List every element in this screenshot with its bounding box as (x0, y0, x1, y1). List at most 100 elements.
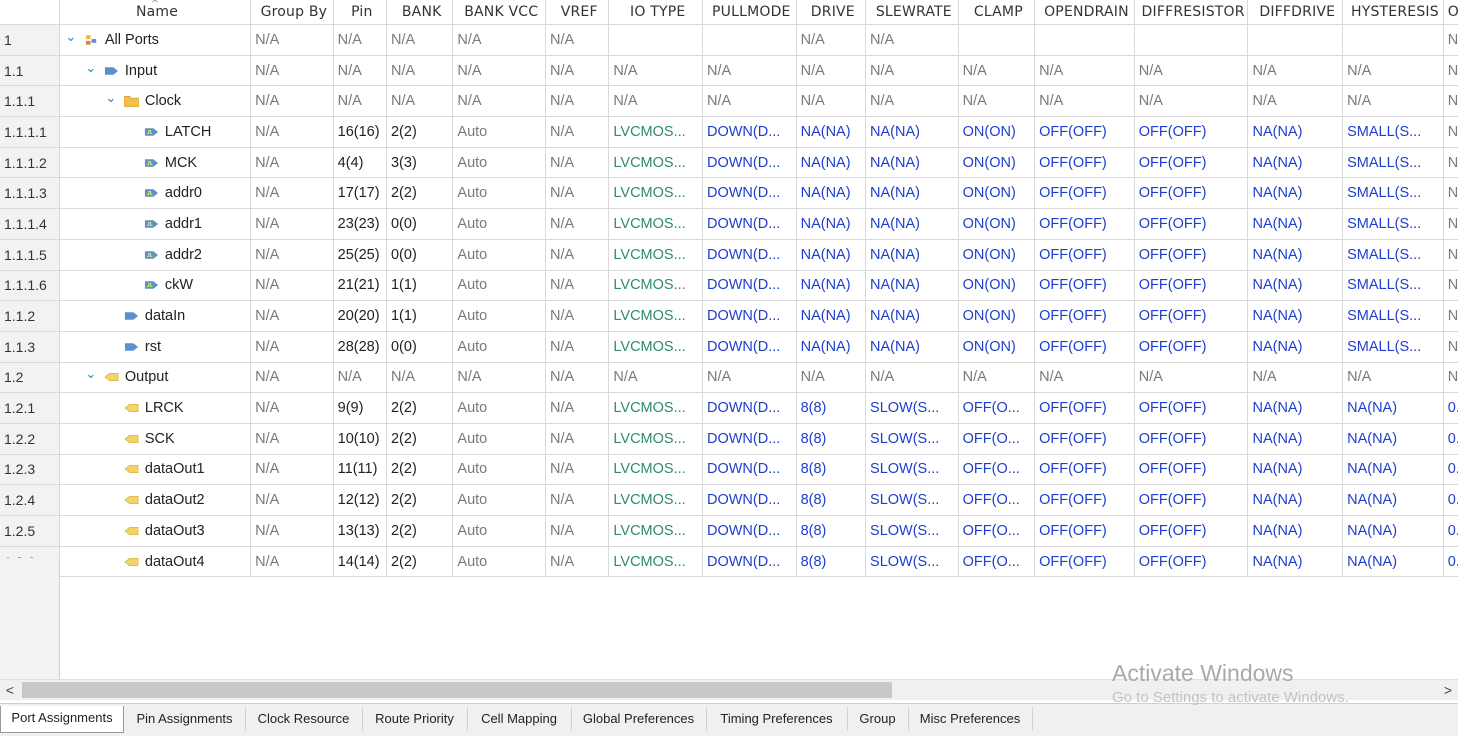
scrollbar-thumb[interactable] (22, 682, 892, 698)
cell-diffdrive[interactable]: NA(NA) (1247, 208, 1344, 240)
cell-diffdrive[interactable]: NA(NA) (1247, 239, 1344, 271)
cell-slewrate[interactable]: SLOW(S... (865, 546, 959, 578)
cell-clamp[interactable]: ON(ON) (958, 270, 1036, 302)
cell-drive[interactable]: 8(8) (796, 515, 867, 547)
cell-pullmode[interactable]: DOWN(D... (702, 116, 797, 148)
cell-hysteresis[interactable] (1342, 24, 1444, 56)
port-name-cell[interactable]: ⌄SCK (59, 423, 252, 455)
cell-pin[interactable]: N/A (333, 85, 387, 118)
cell-pin[interactable]: 12(12) (333, 484, 387, 516)
cell-diffdrive[interactable]: NA(NA) (1247, 147, 1344, 179)
port-name-cell[interactable]: ⌄ Input (59, 55, 252, 87)
tab-misc-preferences[interactable]: Misc Preferences (908, 707, 1033, 731)
cell-io-type[interactable] (608, 24, 703, 56)
cell-pullmode[interactable]: DOWN(D... (702, 147, 797, 179)
cell-bank-vcc[interactable]: Auto (452, 208, 546, 240)
cell-bank-vcc[interactable]: N/A (452, 55, 546, 87)
cell-vref[interactable]: N/A (545, 116, 610, 148)
cell-bank-vcc[interactable]: Auto (452, 177, 546, 210)
cell-clamp[interactable]: N/A (958, 362, 1036, 394)
cell-drive[interactable]: NA(NA) (796, 177, 867, 210)
cell-hysteresis[interactable]: SMALL(S... (1342, 177, 1444, 210)
table-row[interactable]: 1.2.5⌄dataOut3N/A13(13)2(2)AutoN/ALVCMOS… (0, 515, 1458, 547)
cell-pin[interactable]: 14(14) (333, 546, 387, 578)
cell-bank[interactable]: 3(3) (386, 147, 454, 179)
cell-opendrain[interactable]: OFF(OFF) (1034, 546, 1135, 578)
cell-group-by[interactable]: N/A (250, 454, 334, 486)
cell-opendrain[interactable]: OFF(OFF) (1034, 423, 1135, 455)
cell-group-by[interactable]: N/A (250, 300, 334, 332)
cell-hysteresis[interactable]: NA(NA) (1342, 515, 1444, 547)
cell-bank-vcc[interactable]: Auto (452, 300, 546, 332)
cell-hysteresis[interactable]: N/A (1342, 362, 1444, 394)
table-row[interactable]: 1.1.1.4⌄addr1N/A23(23)0(0)AutoN/ALVCMOS.… (0, 208, 1458, 240)
cell-drive[interactable]: 8(8) (796, 392, 867, 424)
port-name-cell[interactable]: ⌄ckW (59, 270, 252, 302)
cell-bank-vcc[interactable]: Auto (452, 484, 546, 516)
cell-slewrate[interactable]: NA(NA) (865, 300, 959, 332)
cell-vref[interactable]: N/A (545, 177, 610, 210)
cell-group-by[interactable]: N/A (250, 208, 334, 240)
cell-group-by[interactable]: N/A (250, 55, 334, 87)
cell-pullmode[interactable]: DOWN(D... (702, 392, 797, 424)
cell-bank[interactable]: 0(0) (386, 331, 454, 363)
cell-group-by[interactable]: N/A (250, 147, 334, 179)
cell-bank-vcc[interactable]: Auto (452, 423, 546, 455)
cell-bank[interactable]: N/A (386, 55, 454, 87)
cell-pullmode[interactable]: DOWN(D... (702, 546, 797, 578)
cell-ou[interactable]: N/A (1443, 85, 1458, 118)
cell-bank[interactable]: 2(2) (386, 454, 454, 486)
tab-port-assignments[interactable]: Port Assignments (0, 706, 124, 733)
cell-drive[interactable]: NA(NA) (796, 116, 867, 148)
cell-vref[interactable]: N/A (545, 239, 610, 271)
port-name-cell[interactable]: ⌄dataOut1 (59, 454, 252, 486)
column-header-pullmode[interactable]: PULLMODE (702, 0, 797, 25)
cell-bank[interactable]: 2(2) (386, 116, 454, 148)
port-name-cell[interactable]: ⌄LRCK (59, 392, 252, 424)
cell-slewrate[interactable]: NA(NA) (865, 331, 959, 363)
cell-hysteresis[interactable]: NA(NA) (1342, 423, 1444, 455)
cell-clamp[interactable]: OFF(O... (958, 423, 1036, 455)
cell-diffdrive[interactable]: NA(NA) (1247, 546, 1344, 578)
cell-group-by[interactable]: N/A (250, 270, 334, 302)
table-row[interactable]: 1.2.3⌄dataOut1N/A11(11)2(2)AutoN/ALVCMOS… (0, 454, 1458, 486)
cell-ou[interactable]: N/A (1443, 147, 1458, 179)
cell-clamp[interactable]: ON(ON) (958, 239, 1036, 271)
cell-opendrain[interactable]: OFF(OFF) (1034, 270, 1135, 302)
port-name-cell[interactable]: ⌄addr2 (59, 239, 252, 271)
cell-diffdrive[interactable]: NA(NA) (1247, 331, 1344, 363)
cell-vref[interactable]: N/A (545, 147, 610, 179)
cell-bank[interactable]: N/A (386, 24, 454, 56)
cell-bank-vcc[interactable]: Auto (452, 546, 546, 578)
cell-diffresistor[interactable]: OFF(OFF) (1134, 208, 1249, 240)
column-header-slewrate[interactable]: SLEWRATE (865, 0, 959, 25)
tab-group[interactable]: Group (847, 707, 909, 731)
cell-diffresistor[interactable]: OFF(OFF) (1134, 484, 1249, 516)
cell-bank[interactable]: 1(1) (386, 300, 454, 332)
cell-bank[interactable]: 1(1) (386, 270, 454, 302)
cell-pullmode[interactable]: DOWN(D... (702, 208, 797, 240)
cell-pullmode[interactable]: DOWN(D... (702, 270, 797, 302)
cell-io-type[interactable]: LVCMOS... (608, 484, 703, 516)
cell-bank-vcc[interactable]: N/A (452, 24, 546, 56)
cell-pin[interactable]: 28(28) (333, 331, 387, 363)
cell-pullmode[interactable]: DOWN(D... (702, 454, 797, 486)
table-row[interactable]: 1.1.1.1⌄LATCHN/A16(16)2(2)AutoN/ALVCMOS.… (0, 116, 1458, 148)
cell-pin[interactable]: 21(21) (333, 270, 387, 302)
cell-slewrate[interactable]: NA(NA) (865, 116, 959, 148)
cell-vref[interactable]: N/A (545, 300, 610, 332)
cell-diffdrive[interactable]: N/A (1247, 55, 1344, 87)
cell-diffresistor[interactable]: OFF(OFF) (1134, 116, 1249, 148)
cell-drive[interactable]: 8(8) (796, 484, 867, 516)
cell-slewrate[interactable]: SLOW(S... (865, 392, 959, 424)
cell-clamp[interactable]: ON(ON) (958, 208, 1036, 240)
cell-slewrate[interactable]: SLOW(S... (865, 454, 959, 486)
cell-ou[interactable]: 0.0 (1443, 423, 1458, 455)
cell-io-type[interactable]: N/A (608, 85, 703, 118)
cell-bank-vcc[interactable]: Auto (452, 239, 546, 271)
cell-hysteresis[interactable]: NA(NA) (1342, 546, 1444, 578)
cell-bank-vcc[interactable]: Auto (452, 116, 546, 148)
cell-diffresistor[interactable]: OFF(OFF) (1134, 546, 1249, 578)
cell-io-type[interactable]: LVCMOS... (608, 515, 703, 547)
table-row[interactable]: 1.2 ⌄ Output N/A N/A N/A N/A N/A N/A N/A N/A N/A N/A… (0, 362, 1458, 394)
